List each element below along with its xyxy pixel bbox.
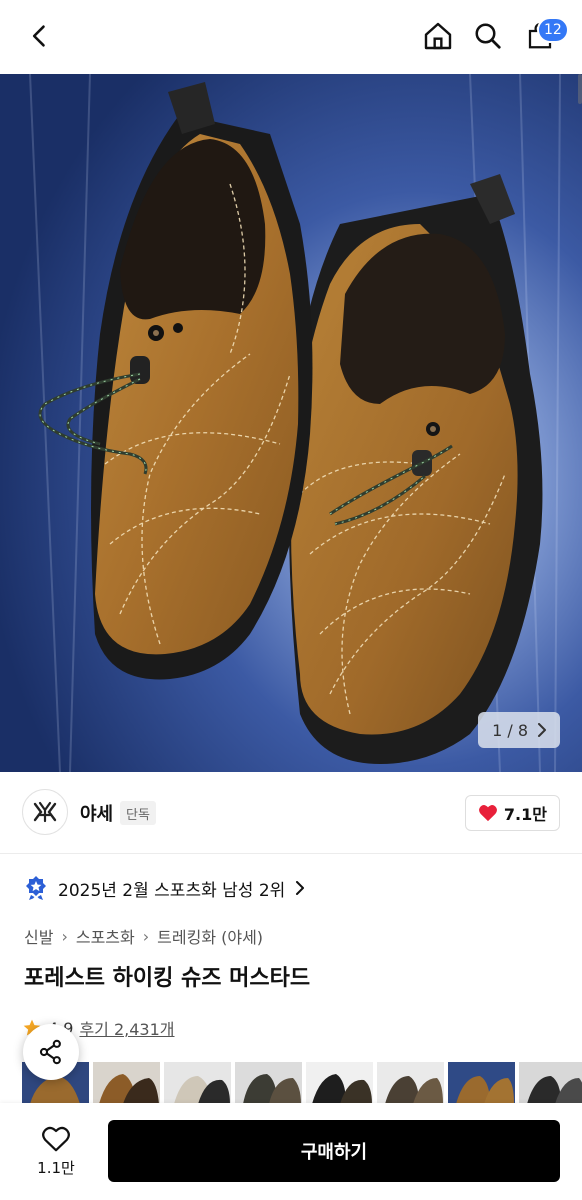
chevron-right-icon: › xyxy=(61,926,68,946)
chevron-right-icon xyxy=(296,881,305,895)
wishlist-count: 1.1만 xyxy=(37,1158,75,1177)
buy-button[interactable]: 구매하기 xyxy=(108,1120,560,1182)
thumbnail[interactable] xyxy=(519,1062,582,1104)
wishlist-button[interactable]: 1.1만 xyxy=(24,1119,88,1183)
bottom-action-bar: 1.1만 구매하기 xyxy=(0,1103,582,1200)
breadcrumb: 신발 › 스포츠화 › 트레킹화 (야세) xyxy=(24,924,263,948)
thumbnail[interactable] xyxy=(235,1062,302,1104)
thumbnail[interactable] xyxy=(93,1062,160,1104)
thumbnail[interactable] xyxy=(377,1062,444,1104)
medal-star-icon xyxy=(26,876,46,900)
thumbnail[interactable] xyxy=(306,1062,373,1104)
brand-emblem-icon xyxy=(33,801,57,823)
ranking-text: 2025년 2월 스포츠화 남성 2위 xyxy=(58,880,286,901)
product-title: 포레스트 하이킹 슈즈 머스타드 xyxy=(24,966,311,991)
product-photo xyxy=(0,74,582,772)
review-count-link[interactable]: 후기 2,431개 xyxy=(79,1016,174,1040)
gallery-pager[interactable]: 1 / 8 xyxy=(478,712,560,748)
top-app-bar: 12 xyxy=(0,0,582,74)
brand-logo[interactable] xyxy=(22,789,68,835)
brand-row: 야세 단독 7.1만 xyxy=(0,772,582,854)
exclusive-tag: 단독 xyxy=(120,801,156,825)
search-button[interactable] xyxy=(466,14,510,58)
chevron-right-icon xyxy=(538,723,546,737)
cart-count-badge: 12 xyxy=(537,17,569,43)
back-button[interactable] xyxy=(18,14,62,58)
brand-name[interactable]: 야세 xyxy=(80,800,113,826)
brand-like-button[interactable]: 7.1만 xyxy=(464,795,560,831)
pager-text: 1 / 8 xyxy=(492,720,528,740)
product-image-gallery[interactable]: 1 / 8 xyxy=(0,74,582,772)
thumbnail[interactable] xyxy=(448,1062,515,1104)
share-button[interactable] xyxy=(23,1024,79,1080)
thumbnail-strip xyxy=(22,1062,582,1104)
breadcrumb-item[interactable]: 스포츠화 xyxy=(76,924,135,948)
heart-filled-icon xyxy=(478,805,497,822)
home-button[interactable] xyxy=(416,14,460,58)
thumbnail[interactable] xyxy=(164,1062,231,1104)
page-scrollbar[interactable] xyxy=(578,74,582,104)
chevron-right-icon: › xyxy=(142,926,150,946)
chevron-left-icon xyxy=(32,25,45,47)
breadcrumb-item[interactable]: 신발 xyxy=(24,924,53,948)
brand-like-count: 7.1만 xyxy=(503,805,547,824)
heart-outline-icon xyxy=(42,1126,70,1151)
home-icon xyxy=(424,22,452,50)
ranking-link[interactable]: 2025년 2월 스포츠화 남성 2위 xyxy=(24,875,305,901)
breadcrumb-item[interactable]: 트레킹화 (야세) xyxy=(157,924,263,948)
search-icon xyxy=(475,23,501,49)
share-icon xyxy=(39,1039,61,1065)
